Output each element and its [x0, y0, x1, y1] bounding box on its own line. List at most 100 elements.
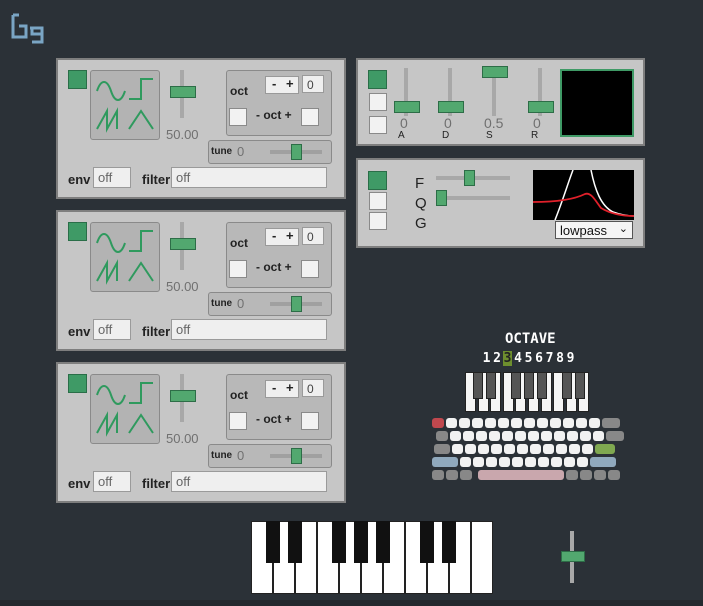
envelope-enable-toggle[interactable] [368, 70, 387, 89]
attack-slider-thumb[interactable] [394, 101, 420, 113]
keyboard-key [478, 470, 564, 480]
keyboard-key [465, 444, 476, 454]
envelope-option-1-checkbox[interactable] [369, 93, 387, 111]
env-field[interactable]: off [93, 319, 131, 340]
octave-up-checkbox[interactable] [301, 412, 319, 430]
piano-black-key[interactable] [266, 521, 280, 563]
tune-slider-thumb[interactable] [291, 296, 302, 312]
filter-field[interactable]: off [171, 319, 327, 340]
piano-white-key[interactable] [471, 521, 493, 594]
tune-slider-thumb[interactable] [291, 144, 302, 160]
octave-up-checkbox[interactable] [301, 108, 319, 126]
oscillator-enable-toggle[interactable] [68, 70, 87, 89]
octave-up-checkbox[interactable] [301, 260, 319, 278]
oct-plus-minus-label: - oct + [256, 108, 292, 122]
octave-option-8[interactable]: 8 [556, 351, 565, 366]
piano-black-key[interactable] [288, 521, 302, 563]
oscillator-level-thumb[interactable] [170, 390, 196, 402]
waveform-selector [90, 222, 160, 292]
filter-label: filter [142, 172, 171, 187]
octave-option-2[interactable]: 2 [493, 351, 502, 366]
resonance-slider-track[interactable] [436, 196, 510, 200]
master-volume-thumb[interactable] [561, 551, 585, 562]
octave-down-checkbox[interactable] [229, 108, 247, 126]
frequency-slider-thumb[interactable] [464, 170, 475, 186]
filter-option-2-checkbox[interactable] [369, 212, 387, 230]
resonance-slider-thumb[interactable] [436, 190, 447, 206]
decay-slider-thumb[interactable] [438, 101, 464, 113]
octave-option-5[interactable]: 5 [524, 351, 533, 366]
keyboard-key [569, 444, 580, 454]
filter-option-1-checkbox[interactable] [369, 192, 387, 210]
keyboard-key [432, 470, 444, 480]
octave-option-3[interactable]: 3 [503, 351, 512, 366]
keyboard-key [498, 418, 509, 428]
keyboard-key [550, 418, 561, 428]
decay-value: 0 [444, 115, 452, 131]
octave-number-row: 123456789 [482, 351, 578, 367]
filter-panel: F Q G lowpass ⌄ [356, 158, 645, 248]
octave-value-field[interactable]: 0 [302, 227, 324, 245]
tune-value: 0 [237, 144, 245, 159]
oscillator-level-value: 50.00 [166, 127, 199, 142]
keyboard-key [602, 418, 620, 428]
octave-option-7[interactable]: 7 [545, 351, 554, 366]
octave-minus-button[interactable]: - [272, 228, 276, 243]
envelope-option-2-checkbox[interactable] [369, 116, 387, 134]
mini-black-key [486, 372, 496, 399]
octave-option-1[interactable]: 1 [482, 351, 491, 366]
bottom-border [0, 600, 703, 606]
keyboard-key [551, 457, 562, 467]
sawtooth-wave-icon [96, 259, 118, 285]
octave-down-checkbox[interactable] [229, 260, 247, 278]
frequency-label: F [415, 175, 425, 192]
tune-slider-thumb[interactable] [291, 448, 302, 464]
release-slider-thumb[interactable] [528, 101, 554, 113]
env-field[interactable]: off [93, 167, 131, 188]
keyboard-key [525, 457, 536, 467]
filter-type-select[interactable]: lowpass ⌄ [555, 221, 633, 239]
octave-minus-button[interactable]: - [272, 76, 276, 91]
oscillator-level-thumb[interactable] [170, 238, 196, 250]
octave-option-9[interactable]: 9 [566, 351, 575, 366]
piano-black-key[interactable] [332, 521, 346, 563]
piano-black-key[interactable] [354, 521, 368, 563]
mini-black-key [473, 372, 483, 399]
square-wave-icon [129, 78, 153, 100]
keyboard-key [543, 444, 554, 454]
octave-plus-button[interactable]: + [286, 380, 294, 395]
mini-black-key [524, 372, 534, 399]
oscillator-enable-toggle[interactable] [68, 374, 87, 393]
envelope-display [560, 69, 634, 137]
octave-value-field[interactable]: 0 [302, 75, 324, 93]
filter-enable-toggle[interactable] [368, 171, 387, 190]
octave-plus-button[interactable]: + [286, 76, 294, 91]
keyboard-key [589, 418, 600, 428]
tune-control: tune 0 [208, 292, 332, 316]
octave-option-6[interactable]: 6 [535, 351, 544, 366]
env-field[interactable]: off [93, 471, 131, 492]
filter-field[interactable]: off [171, 167, 327, 188]
octave-option-4[interactable]: 4 [514, 351, 523, 366]
oscillator-panel-2: 50.00 oct - + 0 - oct + tune 0 env off f… [56, 210, 346, 351]
piano-black-key[interactable] [420, 521, 434, 563]
triangle-wave-icon [128, 261, 154, 282]
octave-value-field[interactable]: 0 [302, 379, 324, 397]
piano-black-key[interactable] [442, 521, 456, 563]
triangle-wave-icon [128, 413, 154, 434]
keyboard-key [432, 418, 444, 428]
oscillator-level-thumb[interactable] [170, 86, 196, 98]
chevron-down-icon: ⌄ [618, 223, 628, 235]
octave-down-checkbox[interactable] [229, 412, 247, 430]
piano-black-key[interactable] [376, 521, 390, 563]
keyboard-key [450, 431, 461, 441]
oscillator-enable-toggle[interactable] [68, 222, 87, 241]
octave-minus-button[interactable]: - [272, 380, 276, 395]
computer-keyboard-illustration [432, 418, 628, 486]
octave-plus-button[interactable]: + [286, 228, 294, 243]
keyboard-key [472, 418, 483, 428]
filter-field[interactable]: off [171, 471, 327, 492]
octave-control: oct - + 0 - oct + [226, 222, 332, 288]
sustain-slider-thumb[interactable] [482, 66, 508, 78]
keyboard-key [512, 457, 523, 467]
